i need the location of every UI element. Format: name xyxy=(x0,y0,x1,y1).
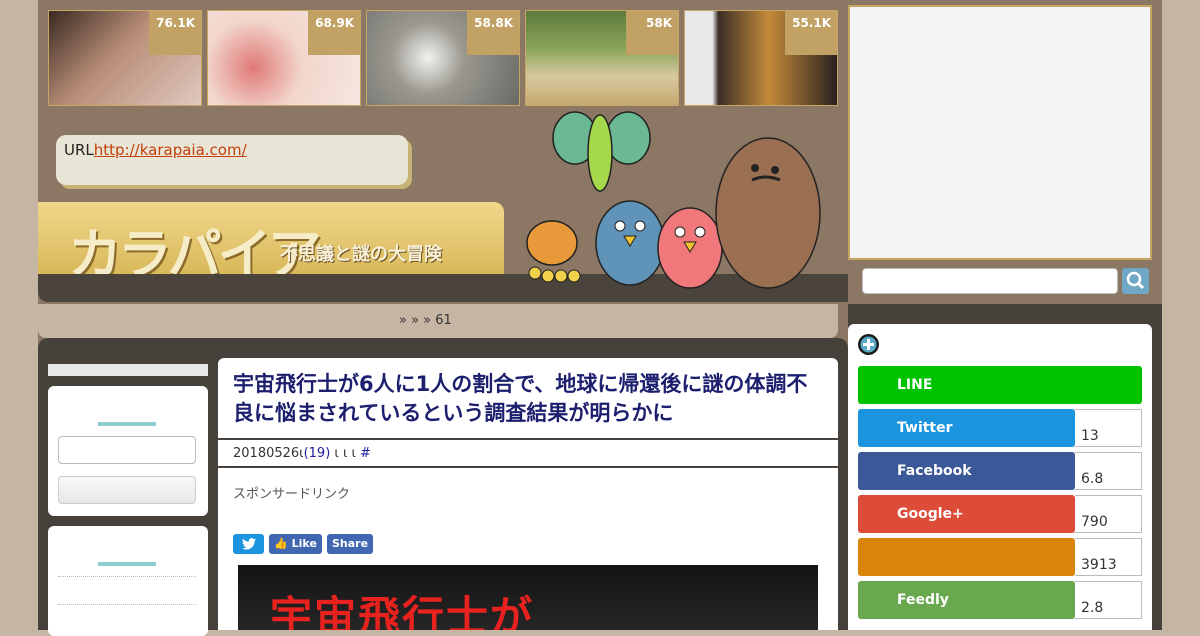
thumbnail-4[interactable]: 58K xyxy=(525,10,679,106)
view-count: 55.1K xyxy=(785,11,837,55)
right-ad-box xyxy=(848,5,1152,260)
plus-icon[interactable] xyxy=(858,334,879,355)
share-count-box: 6.8 xyxy=(1075,452,1142,490)
share-count: 790 xyxy=(1081,514,1108,530)
brown-blob-mascot-icon xyxy=(715,137,821,289)
share-button-label: Twitter xyxy=(897,420,953,436)
share-count: 3913 xyxy=(1081,557,1117,573)
butterfly-mascot-2-icon xyxy=(552,111,651,192)
orange-bird-icon xyxy=(526,220,581,283)
site-search-button[interactable] xyxy=(1122,268,1149,294)
hero-image-text: 宇宙飛行士が xyxy=(270,592,535,630)
permalink-hash[interactable]: # xyxy=(360,446,371,461)
view-count: 58K xyxy=(626,11,678,55)
site-logo-band[interactable]: カラパイア 不思議と謎の大冒険 xyxy=(38,202,504,286)
search-icon xyxy=(1126,271,1145,290)
share-count-box: 790 xyxy=(1075,495,1142,533)
tweet-button[interactable] xyxy=(233,534,264,554)
share-count-box: 13 xyxy=(1075,409,1142,447)
article-date: 20180526 xyxy=(233,446,300,461)
view-count: 76.1K xyxy=(149,11,201,55)
left-sidebar-list-box xyxy=(48,526,208,636)
thumbnail-2[interactable]: 68.9K xyxy=(207,10,361,106)
facebook-share-button[interactable]: Share xyxy=(327,534,373,554)
left-sidebar-header-bar xyxy=(48,364,208,376)
share-row-facebook[interactable]: Facebook 6.8 xyxy=(858,452,1142,490)
like-label: Like xyxy=(291,537,317,550)
sidebar-search-input[interactable] xyxy=(58,436,196,464)
share-button[interactable]: Google+ xyxy=(858,495,1075,533)
breadcrumb: » » » 61 xyxy=(38,304,838,338)
share-button[interactable]: Feedly xyxy=(858,581,1075,619)
sponsored-link-label: スポンサードリンク xyxy=(233,487,351,502)
share-button-label: Facebook xyxy=(897,463,972,479)
share-button[interactable]: Twitter xyxy=(858,409,1075,447)
article-meta: 20180526ι(19) ι ι ι # xyxy=(233,446,371,461)
section-accent-bar xyxy=(98,422,156,426)
section-accent-bar xyxy=(98,562,156,566)
list-divider xyxy=(58,576,196,577)
share-button-label: Google+ xyxy=(897,506,964,522)
blue-bird-icon xyxy=(595,200,665,286)
share-row-feedly[interactable]: Feedly 2.8 xyxy=(858,581,1142,619)
thumbs-up-icon: 👍 xyxy=(274,537,288,550)
share-count: 13 xyxy=(1081,428,1099,444)
view-count: 68.9K xyxy=(308,11,360,55)
sidebar-search-button[interactable] xyxy=(58,476,196,504)
comment-count-link[interactable]: (19) xyxy=(304,446,331,461)
url-line: URLhttp://karapaia.com/ xyxy=(64,141,247,159)
popular-thumbnails: 76.1K 68.9K 58.8K 58K 55.1K xyxy=(48,10,840,108)
share-row-twitter[interactable]: Twitter 13 xyxy=(858,409,1142,447)
share-count: 6.8 xyxy=(1081,471,1104,487)
share-button-label: Feedly xyxy=(897,592,949,608)
share-label: Share xyxy=(331,537,369,550)
left-sidebar-search-box xyxy=(48,386,208,516)
url-label: URL xyxy=(64,141,94,159)
twitter-icon xyxy=(241,538,256,550)
article-hero-image: 宇宙飛行士が xyxy=(238,565,818,630)
share-row-hatena[interactable]: 3913 xyxy=(858,538,1142,576)
article-panel: 宇宙飛行士が6人に1人の割合で、地球に帰還後に謎の体調不良に悩まされているという… xyxy=(218,358,838,630)
share-count: 2.8 xyxy=(1081,600,1104,616)
meta-separator: ι ι ι xyxy=(334,446,356,461)
thumbnail-3[interactable]: 58.8K xyxy=(366,10,520,106)
site-search-input[interactable] xyxy=(862,268,1118,294)
pink-bird-icon xyxy=(657,207,723,289)
share-count-box: 3913 xyxy=(1075,538,1142,576)
share-count-box: 2.8 xyxy=(1075,581,1142,619)
site-url-link[interactable]: http://karapaia.com/ xyxy=(94,141,247,159)
site-url-box: URLhttp://karapaia.com/ xyxy=(56,135,408,185)
mascot-characters-illustration xyxy=(526,111,821,289)
breadcrumb-text[interactable]: » » » 61 xyxy=(399,313,452,328)
article-meta-bar: 20180526ι(19) ι ι ι # xyxy=(218,438,838,468)
share-button-label: LINE xyxy=(897,377,933,393)
article-title[interactable]: 宇宙飛行士が6人に1人の割合で、地球に帰還後に謎の体調不良に悩まされているという… xyxy=(233,370,823,428)
view-count: 58.8K xyxy=(467,11,519,55)
share-button[interactable] xyxy=(858,538,1075,576)
facebook-like-button[interactable]: 👍 Like xyxy=(269,534,322,554)
share-button[interactable]: LINE xyxy=(858,366,1142,404)
thumbnail-5[interactable]: 55.1K xyxy=(684,10,838,106)
share-button[interactable]: Facebook xyxy=(858,452,1075,490)
site-tagline: 不思議と謎の大冒険 xyxy=(280,244,442,265)
thumbnail-1[interactable]: 76.1K xyxy=(48,10,202,106)
share-row-line[interactable]: LINE xyxy=(858,366,1142,404)
list-divider xyxy=(58,604,196,605)
share-row-google[interactable]: Google+ 790 xyxy=(858,495,1142,533)
